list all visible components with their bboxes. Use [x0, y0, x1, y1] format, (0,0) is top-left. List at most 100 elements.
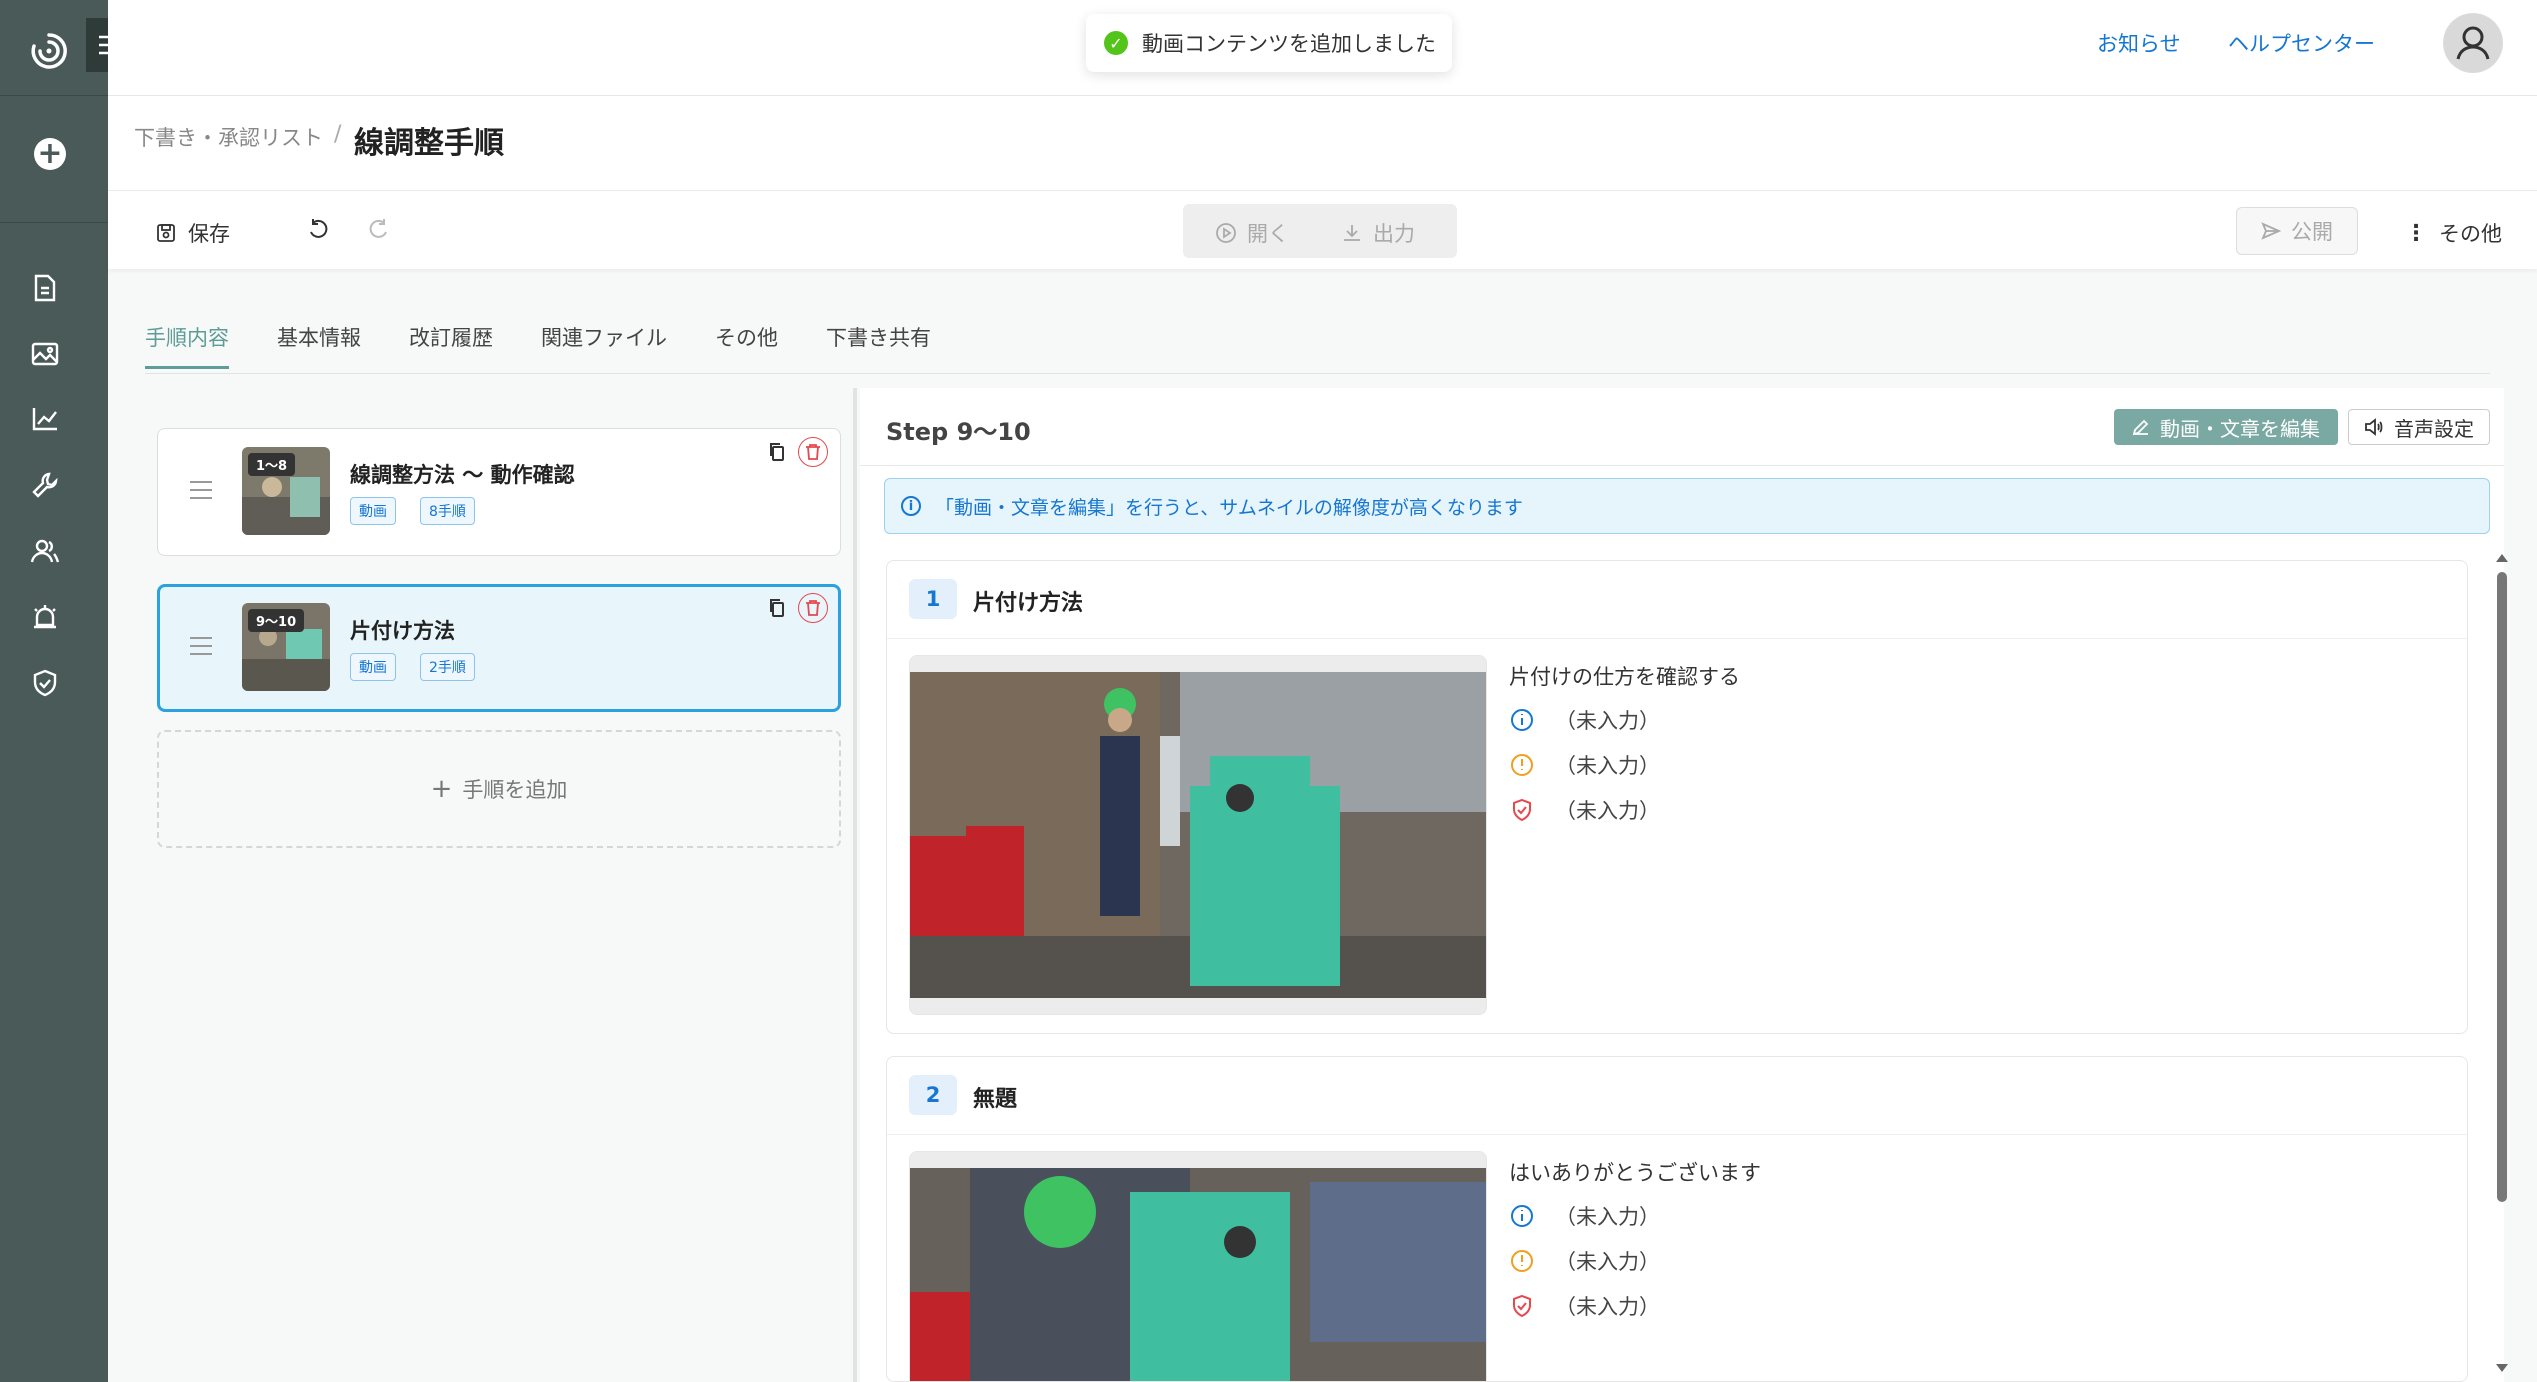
tab-bar: 手順内容 基本情報 改訂履歴 関連ファイル その他 下書き共有 [145, 322, 979, 369]
detail-title: Step 9〜10 [886, 418, 1031, 446]
safety-note: （未入力） [1509, 1291, 1660, 1321]
help-center-link[interactable]: ヘルプセンター [2228, 28, 2375, 58]
step-group-card[interactable]: 1～8 線調整方法 〜 動作確認 動画 8手順 [157, 428, 841, 556]
edit-video-text-button[interactable]: 動画・文章を編集 [2114, 409, 2338, 445]
tab-revision-history[interactable]: 改訂履歴 [409, 322, 493, 369]
safety-shield-icon [1513, 798, 1531, 822]
undo-icon [310, 219, 328, 238]
drag-handle-icon[interactable] [190, 637, 212, 661]
export-label: 出力 [1373, 222, 1415, 246]
shield-check-icon[interactable] [30, 668, 60, 698]
warning-note: （未入力） [1509, 1246, 1660, 1276]
scroll-thumb[interactable] [2497, 572, 2507, 1202]
step-header: 2 無題 [887, 1057, 2467, 1135]
export-button[interactable]: 出力 [1341, 218, 1415, 248]
tab-other[interactable]: その他 [715, 322, 778, 369]
info-banner-text: 「動画・文章を編集」を行うと、サムネイルの解像度が高くなります [935, 496, 1523, 519]
safety-shield-icon [1513, 1294, 1531, 1318]
image-icon[interactable] [30, 339, 60, 369]
warning-note-text: （未入力） [1555, 754, 1660, 778]
card-title: 線調整方法 〜 動作確認 [350, 463, 575, 487]
detail-scrollbar[interactable] [2495, 550, 2509, 1382]
tab-basic-info[interactable]: 基本情報 [277, 322, 361, 369]
notifications-link[interactable]: お知らせ [2097, 28, 2181, 58]
users-icon[interactable] [30, 536, 60, 566]
info-circle-icon [1511, 1205, 1533, 1227]
info-note-text: （未入力） [1555, 709, 1660, 733]
step-title: 片付け方法 [973, 591, 1084, 616]
editor-toolbar: 保存 開く 出力 公開 ⋮ その他 [108, 191, 2537, 269]
pencil-icon [2132, 419, 2149, 436]
step-group-list: 1～8 線調整方法 〜 動作確認 動画 8手順 9～10 片付け方法 動画 2手… [145, 388, 851, 1382]
duplicate-icon[interactable] [762, 593, 792, 623]
more-label: その他 [2439, 222, 2502, 246]
edit-label: 動画・文章を編集 [2160, 416, 2320, 441]
breadcrumb-separator: / [334, 122, 342, 147]
page-title: 線調整手順 [354, 126, 504, 161]
success-check-icon: ✓ [1104, 31, 1128, 55]
safety-note: （未入力） [1509, 795, 1660, 825]
breadcrumb-parent-link[interactable]: 下書き・承認リスト [134, 122, 323, 152]
scroll-down-arrow-icon[interactable] [2495, 1362, 2509, 1374]
info-note: （未入力） [1509, 705, 1660, 735]
delete-icon[interactable] [798, 593, 828, 623]
breadcrumb: 下書き・承認リスト / 線調整手順 [108, 96, 2537, 191]
detail-header: Step 9〜10 動画・文章を編集 音声設定 [860, 388, 2504, 466]
card-thumbnail: 1～8 [242, 447, 330, 535]
info-icon: i [901, 496, 921, 516]
step-video-thumbnail[interactable] [909, 655, 1487, 1015]
create-new-icon[interactable]: + [34, 138, 66, 170]
step-header: 1 片付け方法 [887, 561, 2467, 639]
step-description: はいありがとうございます [1509, 1161, 1761, 1185]
save-button[interactable]: 保存 [156, 218, 230, 248]
audio-label: 音声設定 [2394, 416, 2474, 441]
safety-note-text: （未入力） [1555, 1295, 1660, 1319]
undo-button[interactable] [307, 218, 329, 240]
warning-note-text: （未入力） [1555, 1250, 1660, 1274]
alarm-icon[interactable] [30, 602, 60, 632]
scroll-up-arrow-icon[interactable] [2495, 552, 2509, 564]
playback-group: 開く 出力 [1183, 204, 1457, 258]
redo-icon [369, 219, 387, 238]
more-vertical-icon: ⋮ [2405, 220, 2427, 246]
duplicate-icon[interactable] [762, 437, 792, 467]
download-icon [1344, 225, 1360, 241]
delete-icon[interactable] [798, 437, 828, 467]
step-title: 無題 [973, 1087, 1018, 1112]
info-banner: i 「動画・文章を編集」を行うと、サムネイルの解像度が高くなります [884, 478, 2490, 534]
open-label: 開く [1247, 222, 1289, 246]
success-toast: ✓ 動画コンテンツを追加しました [1086, 14, 1452, 72]
media-type-tag: 動画 [350, 497, 396, 525]
app-logo-icon[interactable] [28, 30, 70, 72]
user-avatar[interactable] [2443, 13, 2503, 73]
save-label: 保存 [188, 222, 230, 246]
wrench-icon[interactable] [30, 470, 60, 500]
tab-procedure-content[interactable]: 手順内容 [145, 322, 229, 369]
publish-button[interactable]: 公開 [2236, 207, 2358, 255]
document-icon[interactable] [30, 273, 60, 303]
audio-settings-button[interactable]: 音声設定 [2348, 409, 2490, 445]
panel-resizer[interactable] [853, 388, 857, 1382]
step-card[interactable]: 1 片付け方法 片付けの仕方を確認する （未入力） （未入力） （未入力） [886, 560, 2468, 1034]
more-options-button[interactable]: ⋮ その他 [2405, 218, 2502, 248]
analytics-icon[interactable] [30, 404, 60, 434]
add-step-button[interactable]: + 手順を追加 [157, 730, 841, 848]
drag-handle-icon[interactable] [190, 481, 212, 505]
tabs-divider [145, 373, 2490, 374]
play-icon [1216, 223, 1236, 243]
tab-draft-share[interactable]: 下書き共有 [826, 322, 931, 369]
step-count-tag: 8手順 [420, 497, 475, 525]
warning-note: （未入力） [1509, 750, 1660, 780]
step-video-thumbnail[interactable] [909, 1151, 1487, 1381]
warning-circle-icon [1511, 754, 1533, 776]
step-count-tag: 2手順 [420, 653, 475, 681]
redo-button[interactable] [368, 218, 390, 240]
tab-related-files[interactable]: 関連ファイル [541, 322, 667, 369]
step-card[interactable]: 2 無題 はいありがとうございます （未入力） （未入力） （未入力） [886, 1056, 2468, 1382]
publish-label: 公開 [2291, 220, 2333, 244]
save-icon [157, 224, 175, 242]
card-thumbnail: 9～10 [242, 603, 330, 691]
open-button[interactable]: 開く [1215, 218, 1289, 248]
info-note: （未入力） [1509, 1201, 1660, 1231]
step-group-card-selected[interactable]: 9～10 片付け方法 動画 2手順 [157, 584, 841, 712]
